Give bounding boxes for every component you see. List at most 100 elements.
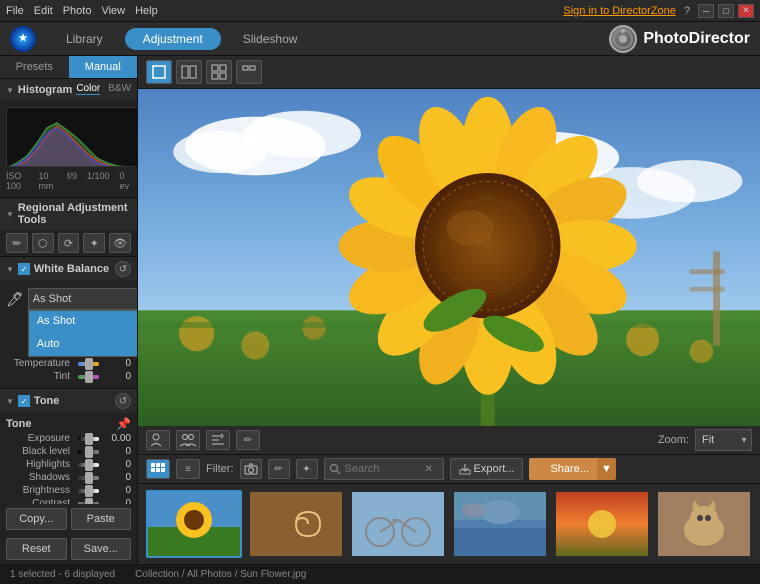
- people-view-button[interactable]: [146, 430, 170, 450]
- edit-button[interactable]: ✏: [236, 430, 260, 450]
- tab-manual[interactable]: Manual: [69, 56, 138, 78]
- temperature-thumb[interactable]: [85, 358, 93, 370]
- thumb-cat-inner: [658, 492, 750, 556]
- thumb-bicycle-svg: [352, 492, 444, 556]
- reg-tool-shape[interactable]: ⬡: [32, 233, 54, 253]
- wb-checkbox[interactable]: ✓: [18, 263, 30, 275]
- meta-iso: ISO 100: [6, 171, 28, 191]
- search-clear-button[interactable]: ✕: [425, 464, 433, 475]
- color-tab-bw[interactable]: B&W: [108, 83, 131, 95]
- tone-checkbox[interactable]: ✓: [18, 395, 30, 407]
- reg-tool-brush[interactable]: ✏: [6, 233, 28, 253]
- thumb-sunflower-inner: [148, 492, 240, 556]
- tone-header[interactable]: ▼ ✓ Tone ↺: [0, 389, 137, 413]
- menu-view[interactable]: View: [101, 5, 125, 17]
- wb-reset-button[interactable]: ↺: [115, 261, 131, 277]
- menu-edit[interactable]: Edit: [34, 5, 53, 17]
- wb-option-asshot-item[interactable]: As Shot: [29, 311, 137, 331]
- tint-track: [78, 375, 99, 379]
- sort-button[interactable]: [206, 430, 230, 450]
- group-view-button[interactable]: [176, 430, 200, 450]
- maximize-button[interactable]: □: [718, 4, 734, 18]
- help-icon[interactable]: ?: [684, 5, 690, 17]
- sign-in-link[interactable]: Sign in to DirectorZone: [563, 5, 676, 17]
- view-single-button[interactable]: [146, 60, 172, 84]
- menu-photo[interactable]: Photo: [63, 5, 92, 17]
- exposure-thumb[interactable]: [85, 433, 93, 445]
- menu-file[interactable]: File: [6, 5, 24, 17]
- thumb-spiral[interactable]: [248, 490, 344, 558]
- tab-library[interactable]: Library: [48, 28, 121, 50]
- tint-value: 0: [103, 371, 131, 382]
- temperature-value: 0: [103, 358, 131, 369]
- shadows-thumb[interactable]: [85, 472, 93, 484]
- thumb-cat[interactable]: [656, 490, 752, 558]
- contrast-thumb[interactable]: [85, 498, 93, 505]
- eyedropper-icon[interactable]: 🖊: [6, 291, 24, 308]
- export-label: Export...: [474, 463, 515, 475]
- file-path: Collection / All Photos / Sun Flower.jpg: [135, 569, 306, 580]
- copy-button[interactable]: Copy...: [6, 508, 67, 530]
- histogram-header[interactable]: ▼ Histogram Color B&W: [0, 79, 137, 101]
- tint-thumb[interactable]: [85, 371, 93, 383]
- filmstrip-list-button[interactable]: ≡: [176, 459, 200, 479]
- tint-slider-row: Tint 0: [6, 371, 131, 382]
- search-input[interactable]: [345, 463, 425, 475]
- regional-section: ▼ Regional Adjustment Tools ✏ ⬡ ⟳ ✦ 👁: [0, 198, 137, 257]
- shadows-track: [78, 476, 99, 480]
- tone-pin-icon[interactable]: 📌: [116, 417, 131, 431]
- highlights-thumb[interactable]: [85, 459, 93, 471]
- reset-button[interactable]: Reset: [6, 538, 67, 560]
- share-button[interactable]: Share...: [529, 458, 597, 480]
- main-area: Presets Manual ▼ Histogram Color B&W: [0, 56, 760, 564]
- meta-focal: 10 mm: [38, 171, 57, 191]
- thumb-sunset-svg: [556, 492, 648, 556]
- zoom-select[interactable]: Fit Fill 25% 50% 100%: [695, 429, 752, 451]
- brand: PhotoDirector: [609, 25, 750, 53]
- tone-reset-button[interactable]: ↺: [115, 393, 131, 409]
- export-button[interactable]: Export...: [450, 458, 524, 480]
- thumb-bicycle[interactable]: [350, 490, 446, 558]
- thumb-sunflower-svg: [148, 492, 240, 556]
- meta-ev: 0 ev: [120, 171, 132, 191]
- tab-slideshow[interactable]: Slideshow: [225, 28, 316, 50]
- filter-camera-icon[interactable]: [240, 459, 262, 479]
- tab-adjustment[interactable]: Adjustment: [125, 28, 221, 50]
- temperature-label: Temperature: [6, 358, 74, 369]
- regional-header[interactable]: ▼ Regional Adjustment Tools: [0, 198, 137, 230]
- tab-presets[interactable]: Presets: [0, 56, 69, 78]
- save-button[interactable]: Save...: [71, 538, 132, 560]
- exposure-slider-row: Exposure 0.00: [6, 433, 131, 444]
- reg-tool-star[interactable]: ✦: [83, 233, 105, 253]
- view-fullscreen-button[interactable]: [236, 60, 262, 84]
- filmstrip-grid-button[interactable]: [146, 459, 170, 479]
- brightness-thumb[interactable]: [85, 485, 93, 497]
- menu-help[interactable]: Help: [135, 5, 158, 17]
- thumb-sunflower[interactable]: [146, 490, 242, 558]
- thumb-bicycle-inner: [352, 492, 444, 556]
- brand-name: PhotoDirector: [643, 30, 750, 48]
- wb-option-auto-item[interactable]: Auto ↖: [29, 331, 137, 356]
- wb-header[interactable]: ▼ ✓ White Balance ↺: [0, 257, 137, 281]
- thumb-lake[interactable]: [452, 490, 548, 558]
- filmstrip: [138, 484, 760, 564]
- view-grid-button[interactable]: [206, 60, 232, 84]
- reg-tool-gradient[interactable]: ⟳: [58, 233, 80, 253]
- paste-button[interactable]: Paste: [71, 508, 132, 530]
- blacklevel-thumb[interactable]: [85, 446, 93, 458]
- brightness-label: Brightness: [6, 485, 74, 496]
- filter-edit-icon[interactable]: ✏: [268, 459, 290, 479]
- panel-buttons: Copy... Paste: [0, 504, 137, 534]
- left-subtabs: Presets Manual: [0, 56, 137, 79]
- app-menu: File Edit Photo View Help: [6, 5, 158, 17]
- color-tab-color[interactable]: Color: [76, 83, 100, 95]
- view-compare-button[interactable]: [176, 60, 202, 84]
- share-dropdown-button[interactable]: ▼: [597, 458, 616, 480]
- reg-tool-eye[interactable]: 👁: [109, 233, 131, 253]
- thumb-sunset[interactable]: [554, 490, 650, 558]
- wb-preset-select[interactable]: As Shot Auto: [28, 288, 137, 310]
- minimize-button[interactable]: ─: [698, 4, 714, 18]
- filter-star-icon[interactable]: ✦: [296, 459, 318, 479]
- close-button[interactable]: ✕: [738, 4, 754, 18]
- blacklevel-track: [78, 450, 99, 454]
